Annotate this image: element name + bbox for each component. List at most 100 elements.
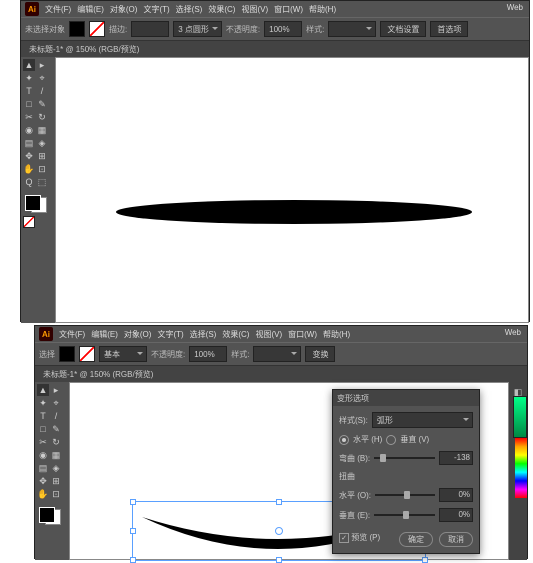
menu-view[interactable]: 视图(V) bbox=[255, 329, 282, 340]
none-mode[interactable] bbox=[23, 216, 35, 228]
handle-bot-left[interactable] bbox=[130, 557, 136, 563]
stroke-swatch[interactable] bbox=[79, 346, 95, 362]
magic-wand-tool[interactable]: ✦ bbox=[23, 72, 35, 84]
perspective-tool[interactable]: ▤ bbox=[23, 137, 35, 149]
opacity-input[interactable]: 100% bbox=[189, 346, 227, 362]
width-tool[interactable]: ◉ bbox=[37, 449, 49, 461]
handle-bot-mid[interactable] bbox=[276, 557, 282, 563]
direct-selection-tool[interactable]: ▸ bbox=[36, 59, 48, 71]
menu-edit[interactable]: 编辑(E) bbox=[91, 329, 118, 340]
eyedropper-tool[interactable]: ⊞ bbox=[36, 150, 48, 162]
fill-swatch[interactable] bbox=[59, 346, 75, 362]
canvas[interactable] bbox=[55, 57, 529, 323]
rotate-tool[interactable]: ↻ bbox=[50, 436, 62, 448]
horizontal-radio[interactable] bbox=[339, 435, 349, 445]
menu-type[interactable]: 文字(T) bbox=[157, 329, 183, 340]
document-tab[interactable]: 未标题-1* @ 150% (RGB/预览) bbox=[35, 366, 527, 382]
scissors-tool[interactable]: ✂ bbox=[37, 436, 49, 448]
preview-checkbox[interactable] bbox=[339, 533, 349, 543]
menu-help[interactable]: 帮助(H) bbox=[309, 4, 336, 15]
gradient-tool[interactable]: ✥ bbox=[23, 150, 35, 162]
direct-selection-tool[interactable]: ▸ bbox=[50, 384, 62, 396]
bend-slider[interactable] bbox=[374, 457, 435, 459]
brush-dropdown[interactable]: 3 点圆形 bbox=[173, 21, 222, 37]
menu-window[interactable]: 窗口(W) bbox=[288, 329, 317, 340]
menu-file[interactable]: 文件(F) bbox=[59, 329, 85, 340]
menu-window[interactable]: 窗口(W) bbox=[274, 4, 303, 15]
opacity-input[interactable]: 100% bbox=[264, 21, 302, 37]
handle-bot-right[interactable] bbox=[422, 557, 428, 563]
menu-effect[interactable]: 效果(C) bbox=[208, 4, 235, 15]
menu-file[interactable]: 文件(F) bbox=[45, 4, 71, 15]
document-tab[interactable]: 未标题-1* @ 150% (RGB/预览) bbox=[21, 41, 529, 57]
artboard-tool[interactable]: ⊡ bbox=[36, 163, 48, 175]
magic-wand-tool[interactable]: ✦ bbox=[37, 397, 49, 409]
vdist-value[interactable]: 0% bbox=[439, 508, 473, 522]
color-picker[interactable] bbox=[23, 193, 49, 215]
hand-tool[interactable]: ✋ bbox=[37, 488, 49, 500]
line-tool[interactable]: / bbox=[36, 85, 48, 97]
selection-tool[interactable]: ▲ bbox=[23, 59, 35, 71]
width-tool[interactable]: ◉ bbox=[23, 124, 35, 136]
bend-value[interactable]: -138 bbox=[439, 451, 473, 465]
menu-select[interactable]: 选择(S) bbox=[190, 329, 217, 340]
eyedropper-tool[interactable]: ⊞ bbox=[50, 475, 62, 487]
fill-color[interactable] bbox=[25, 195, 41, 211]
menu-type[interactable]: 文字(T) bbox=[143, 4, 169, 15]
gradient-tool[interactable]: ✥ bbox=[37, 475, 49, 487]
lasso-tool[interactable]: ⌖ bbox=[50, 397, 62, 409]
selection-tool[interactable]: ▲ bbox=[37, 384, 49, 396]
cancel-button[interactable]: 取消 bbox=[439, 532, 473, 547]
menu-object[interactable]: 对象(O) bbox=[124, 329, 152, 340]
hue-strip[interactable] bbox=[515, 438, 527, 498]
handle-top-mid[interactable] bbox=[276, 499, 282, 505]
vdist-slider[interactable] bbox=[374, 514, 435, 516]
handle-top-left[interactable] bbox=[130, 499, 136, 505]
canvas[interactable]: 变形选项 样式(S): 弧形 水平 (H) 垂直 (V) 弯曲 (B): bbox=[69, 382, 509, 560]
menu-view[interactable]: 视图(V) bbox=[241, 4, 268, 15]
transform-button[interactable]: 变换 bbox=[305, 346, 335, 362]
hdist-slider[interactable] bbox=[375, 494, 435, 496]
stroke-swatch[interactable] bbox=[89, 21, 105, 37]
menu-edit[interactable]: 编辑(E) bbox=[77, 4, 104, 15]
brush-dropdown[interactable]: 基本 bbox=[99, 346, 147, 362]
lasso-tool[interactable]: ⌖ bbox=[36, 72, 48, 84]
shape-builder-tool[interactable]: ▦ bbox=[36, 124, 48, 136]
vertical-radio[interactable] bbox=[386, 435, 396, 445]
mesh-tool[interactable]: ◈ bbox=[50, 462, 62, 474]
rotate-tool[interactable]: ↻ bbox=[36, 111, 48, 123]
artwork-ellipse[interactable] bbox=[116, 200, 472, 224]
rectangle-tool[interactable]: □ bbox=[23, 98, 35, 110]
handle-mid-left[interactable] bbox=[130, 528, 136, 534]
shape-builder-tool[interactable]: ▦ bbox=[50, 449, 62, 461]
menu-help[interactable]: 帮助(H) bbox=[323, 329, 350, 340]
style-select[interactable]: 弧形 bbox=[372, 412, 473, 428]
style-dropdown[interactable] bbox=[328, 21, 376, 37]
zoom-tool[interactable]: Q bbox=[23, 176, 35, 188]
type-tool[interactable]: T bbox=[23, 85, 35, 97]
menu-select[interactable]: 选择(S) bbox=[176, 4, 203, 15]
style-dropdown[interactable] bbox=[253, 346, 301, 362]
perspective-tool[interactable]: ▤ bbox=[37, 462, 49, 474]
doc-setup-button[interactable]: 文档设置 bbox=[380, 21, 426, 37]
type-tool[interactable]: T bbox=[37, 410, 49, 422]
fill-swatch[interactable] bbox=[69, 21, 85, 37]
dialog-titlebar[interactable]: 变形选项 bbox=[333, 390, 479, 406]
pencil-tool[interactable]: ✎ bbox=[36, 98, 48, 110]
rectangle-tool[interactable]: □ bbox=[37, 423, 49, 435]
hand-tool[interactable]: ✋ bbox=[23, 163, 35, 175]
mesh-tool[interactable]: ◈ bbox=[36, 137, 48, 149]
line-tool[interactable]: / bbox=[50, 410, 62, 422]
color-picker[interactable] bbox=[37, 505, 63, 527]
stroke-weight-input[interactable] bbox=[131, 21, 169, 37]
menu-effect[interactable]: 效果(C) bbox=[222, 329, 249, 340]
scissors-tool[interactable]: ✂ bbox=[23, 111, 35, 123]
hdist-value[interactable]: 0% bbox=[439, 488, 473, 502]
workspace-switcher[interactable]: Web bbox=[505, 328, 521, 337]
slice-tool[interactable]: ⬚ bbox=[36, 176, 48, 188]
artboard-tool[interactable]: ⊡ bbox=[50, 488, 62, 500]
menu-object[interactable]: 对象(O) bbox=[110, 4, 138, 15]
prefs-button[interactable]: 首选项 bbox=[430, 21, 468, 37]
color-preview[interactable] bbox=[513, 396, 527, 438]
fill-color[interactable] bbox=[39, 507, 55, 523]
